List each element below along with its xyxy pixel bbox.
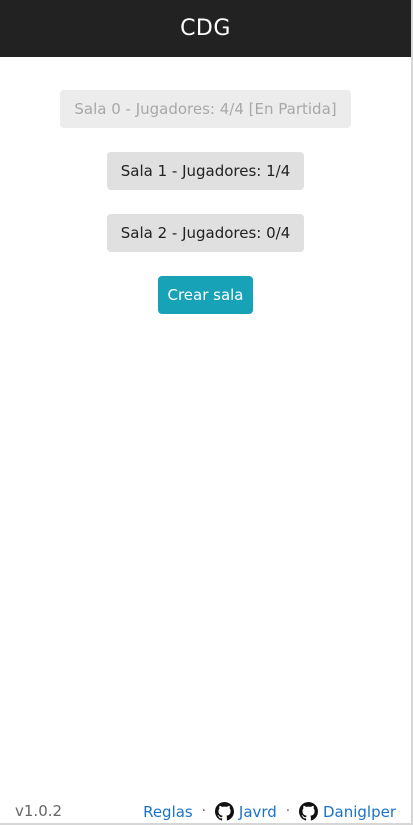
room-button-1[interactable]: Sala 1 - Jugadores: 1/4: [106, 152, 305, 190]
daniglper-link-label: Daniglper: [322, 802, 396, 821]
javrd-link-label: Javrd: [238, 802, 277, 821]
room-button-2[interactable]: Sala 2 - Jugadores: 0/4: [106, 214, 305, 252]
github-icon: [298, 802, 318, 821]
github-icon: [214, 802, 234, 821]
version-label: v1.0.2: [15, 802, 63, 820]
create-room-button[interactable]: Crear sala: [158, 276, 253, 314]
daniglper-github-link[interactable]: Daniglper: [298, 802, 396, 821]
rules-link-label: Reglas: [143, 802, 193, 821]
footer-links: Reglas · Javrd · Daniglper: [143, 802, 396, 821]
room-button-0[interactable]: Sala 0 - Jugadores: 4/4 [En Partida]: [60, 90, 351, 128]
separator: ·: [285, 804, 290, 819]
footer: v1.0.2 Reglas · Javrd · Daniglper: [0, 798, 411, 825]
room-list: Sala 0 - Jugadores: 4/4 [En Partida] Sal…: [0, 90, 411, 314]
app-header: CDG: [0, 0, 411, 57]
app-title: CDG: [180, 16, 231, 41]
app-frame: CDG Sala 0 - Jugadores: 4/4 [En Partida]…: [0, 0, 413, 825]
javrd-github-link[interactable]: Javrd: [214, 802, 277, 821]
separator: ·: [201, 804, 206, 819]
rules-link[interactable]: Reglas: [143, 803, 193, 821]
